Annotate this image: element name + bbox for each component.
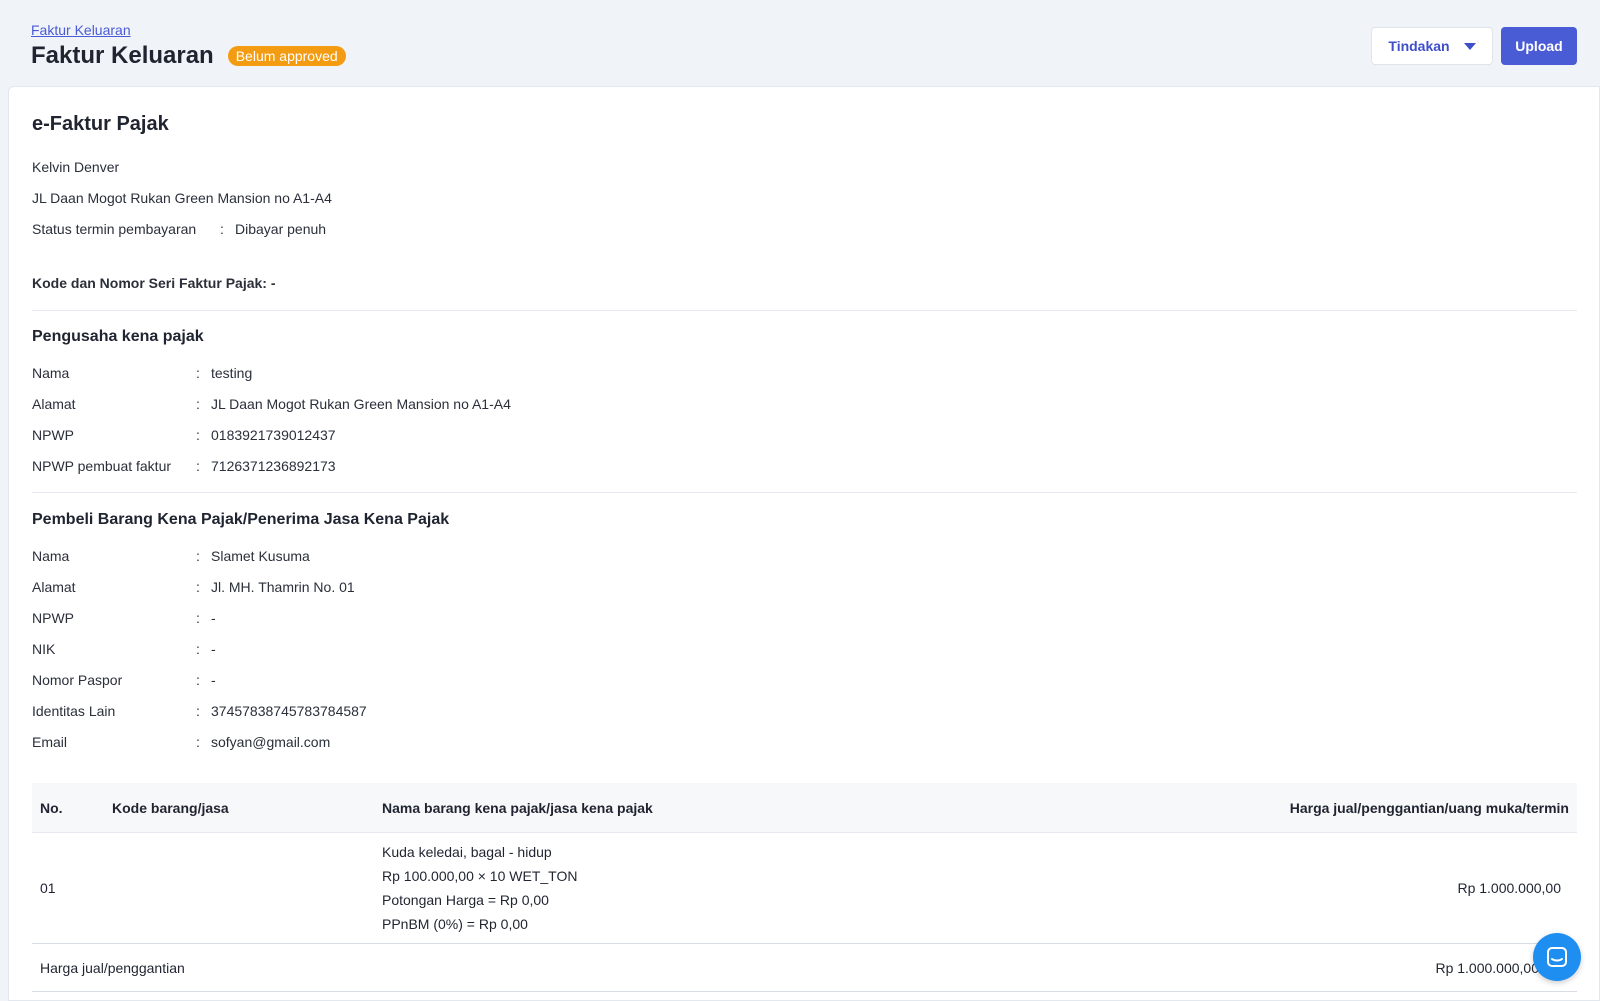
row-desc-line: Rp 100.000,00 × 10 WET_TON — [382, 868, 578, 884]
items-table: No. Kode barang/jasa Nama barang kena pa… — [32, 783, 1577, 992]
payment-status-value: Dibayar penuh — [235, 221, 327, 237]
field-label: NIK — [32, 641, 56, 657]
field-separator: : — [196, 396, 200, 412]
field-separator: : — [196, 641, 200, 657]
payment-status-sep: : — [220, 221, 224, 237]
field-separator: : — [196, 548, 200, 564]
summary-value: Rp 1.000.000,00 — [1435, 959, 1539, 976]
seller-name: Kelvin Denver — [32, 159, 120, 175]
payment-status-label: Status termin pembayaran — [32, 221, 197, 237]
header-kode: Kode barang/jasa — [112, 799, 229, 816]
row-desc-line: Kuda keledai, bagal - hidup — [382, 844, 552, 860]
field-label: Alamat — [32, 579, 76, 595]
field-label: NPWP pembuat faktur — [32, 458, 172, 474]
pengusaha-field-row: NPWP pembuat faktur:7126371236892173 — [32, 458, 336, 474]
pembeli-field-row: Alamat: Jl. MH. Thamrin No. 01 — [32, 579, 355, 595]
table-row: 01 Kuda keledai, bagal - hidup Rp 100.00… — [32, 833, 1577, 944]
field-value: Slamet Kusuma — [211, 548, 310, 564]
field-separator: : — [196, 610, 200, 626]
breadcrumb-link[interactable]: Faktur Keluaran — [31, 22, 131, 38]
field-value: - — [211, 641, 216, 657]
header-actions: Tindakan Upload — [1371, 27, 1577, 65]
pembeli-title: Pembeli Barang Kena Pajak/Penerima Jasa … — [32, 511, 450, 528]
summary-row: Harga jual/penggantian Rp 1.000.000,00 — [32, 944, 1577, 992]
row-no: 01 — [40, 880, 56, 896]
page-header: Faktur Keluaran Faktur Keluaran Belum ap… — [0, 0, 1600, 86]
field-label: NPWP — [32, 610, 74, 626]
row-desc-line: Potongan Harga = Rp 0,00 — [382, 892, 549, 908]
pengusaha-title: Pengusaha kena pajak — [32, 328, 204, 345]
field-label: Alamat — [32, 396, 76, 412]
field-value: 0183921739012437 — [211, 427, 336, 443]
row-desc-line: PPnBM (0%) = Rp 0,00 — [382, 916, 528, 932]
field-value: Jl. MH. Thamrin No. 01 — [211, 579, 355, 595]
upload-button[interactable]: Upload — [1501, 27, 1577, 65]
pembeli-field-row: Nomor Paspor: - — [32, 672, 216, 688]
kode-seri: Kode dan Nomor Seri Faktur Pajak: - — [32, 275, 276, 291]
field-value: JL Daan Mogot Rukan Green Mansion no A1-… — [211, 396, 511, 412]
page-title: Faktur Keluaran — [31, 42, 214, 69]
row-description: Kuda keledai, bagal - hidup Rp 100.000,0… — [382, 840, 1077, 936]
pembeli-field-row: Email: sofyan@gmail.com — [32, 734, 330, 750]
pengusaha-field-row: NPWP:0183921739012437 — [32, 427, 336, 443]
field-value: - — [211, 610, 216, 626]
field-value: sofyan@gmail.com — [211, 734, 331, 750]
field-value: 7126371236892173 — [211, 458, 336, 474]
pembeli-field-row: NPWP: - — [32, 610, 216, 626]
tindakan-label: Tindakan — [1388, 38, 1450, 54]
pembeli-field-row: NIK: - — [32, 641, 216, 657]
divider — [32, 310, 1577, 311]
divider — [32, 492, 1577, 493]
seller-address: JL Daan Mogot Rukan Green Mansion no A1-… — [32, 190, 332, 206]
table-header: No. Kode barang/jasa Nama barang kena pa… — [32, 783, 1577, 833]
summary-label: Harga jual/penggantian — [40, 959, 185, 976]
field-label: Nama — [32, 365, 70, 381]
field-label: Nama — [32, 548, 70, 564]
payment-status: Status termin pembayaran : Dibayar penuh — [32, 221, 326, 237]
header-harga: Harga jual/penggantian/uang muka/termin — [1289, 799, 1569, 816]
field-label: Identitas Lain — [32, 703, 116, 719]
pengusaha-field-row: Alamat: JL Daan Mogot Rukan Green Mansion… — [32, 396, 511, 412]
field-label: NPWP — [32, 427, 74, 443]
doc-title: e-Faktur Pajak — [32, 113, 169, 135]
field-label: Nomor Paspor — [32, 672, 123, 688]
field-label: Email — [32, 734, 68, 750]
pembeli-field-row: Nama: Slamet Kusuma — [32, 548, 310, 564]
status-badge: Belum approved — [227, 46, 346, 66]
field-separator: : — [196, 365, 200, 381]
header-nama: Nama barang kena pajak/jasa kena pajak — [382, 799, 653, 816]
field-value: testing — [211, 365, 253, 381]
pembeli-field-row: Identitas Lain:37457838745783784587 — [32, 703, 367, 719]
chat-launcher-button[interactable] — [1533, 933, 1581, 981]
caret-down-icon — [1463, 42, 1476, 50]
pengusaha-field-row: Nama: testing — [32, 365, 252, 381]
chat-icon — [1547, 947, 1567, 967]
field-separator: : — [196, 427, 200, 443]
field-separator: : — [196, 703, 200, 719]
header-no: No. — [40, 799, 63, 816]
row-harga: Rp 1.000.000,00 — [1457, 880, 1561, 896]
field-separator: : — [196, 672, 200, 688]
field-separator: : — [196, 579, 200, 595]
title-row: Faktur Keluaran Belum approved — [31, 42, 346, 70]
field-value: - — [211, 672, 216, 688]
tindakan-dropdown-button[interactable]: Tindakan — [1371, 27, 1493, 65]
field-value: 37457838745783784587 — [211, 703, 367, 719]
field-separator: : — [196, 734, 200, 750]
field-separator: : — [196, 458, 200, 474]
invoice-card: e-Faktur Pajak Kelvin Denver JL Daan Mog… — [8, 86, 1600, 1001]
